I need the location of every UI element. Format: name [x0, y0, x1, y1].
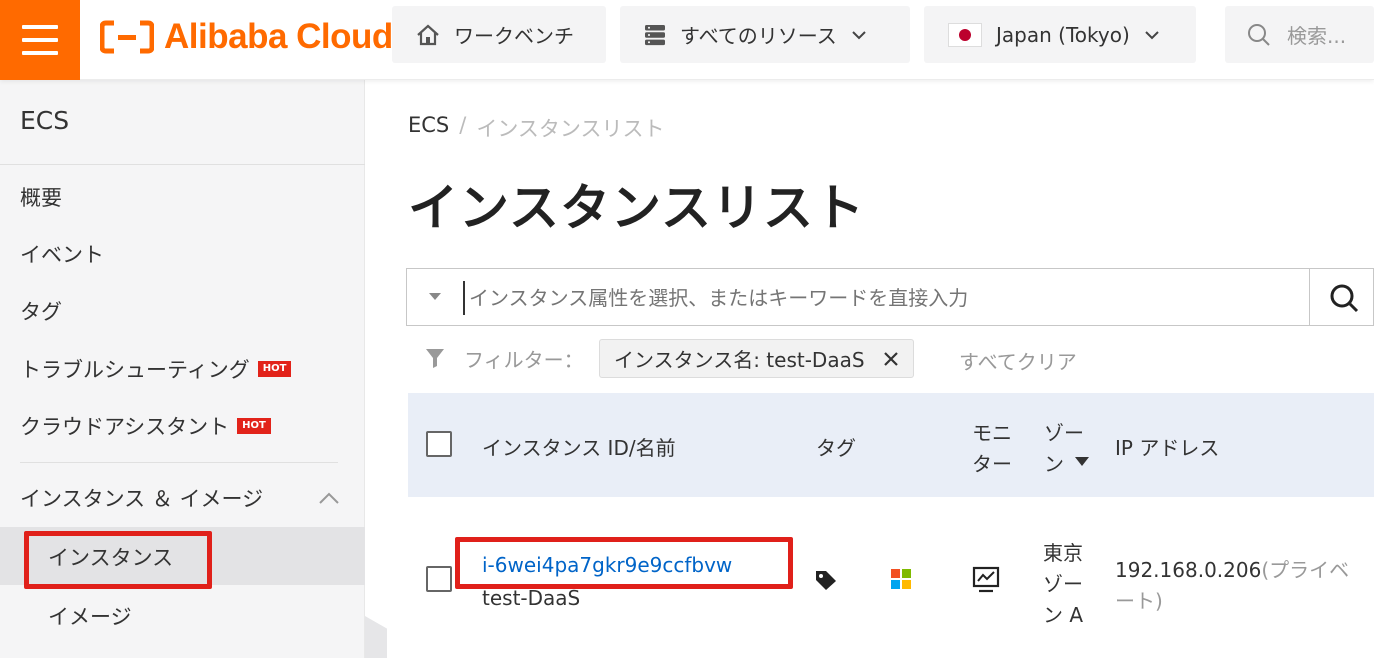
- breadcrumb-current: インスタンスリスト: [476, 117, 665, 141]
- ip-type-line2: ート): [1115, 589, 1163, 613]
- sidebar-item-troubleshooting[interactable]: トラブルシューティング HOT: [20, 354, 292, 384]
- tag-icon[interactable]: [814, 569, 838, 591]
- ip-cell: 192.168.0.206(プライベ: [1115, 554, 1349, 583]
- filter-label: フィルター：: [464, 347, 584, 372]
- breadcrumb: ECS / インスタンスリスト: [408, 113, 665, 143]
- column-header-tag: タグ: [816, 436, 856, 460]
- global-search-box[interactable]: 検索...: [1225, 6, 1374, 63]
- chevron-down-icon: [852, 30, 866, 39]
- table-header: インスタンス ID/名前 タグ モニ ター ゾー ン IP アドレス: [408, 393, 1374, 497]
- zone-cell-line3: ン A: [1043, 603, 1084, 627]
- japan-flag-icon: [948, 22, 982, 47]
- active-filter-tag: インスタンス名: test-DaaS: [599, 339, 914, 378]
- alibaba-cloud-logo[interactable]: Alibaba Cloud: [100, 14, 393, 60]
- close-icon[interactable]: [883, 351, 899, 367]
- sort-caret-down-icon[interactable]: [1075, 457, 1089, 466]
- sidebar-collapse-handle[interactable]: [365, 616, 387, 658]
- region-label: Japan (Tokyo): [996, 22, 1130, 47]
- search-button[interactable]: [1309, 269, 1374, 325]
- sidebar-divider: [20, 462, 338, 463]
- alibaba-cloud-logo-mark: [100, 20, 154, 54]
- zone-cell-line1: 東京: [1043, 541, 1083, 565]
- breadcrumb-root[interactable]: ECS: [408, 113, 449, 143]
- clear-all-filters-link[interactable]: すべてクリア: [959, 346, 1077, 375]
- zone-cell-line2: ゾー: [1043, 572, 1083, 596]
- breadcrumb-separator: /: [459, 113, 467, 137]
- column-header-monitor-line1: モニ: [972, 421, 1012, 445]
- hot-badge: HOT: [257, 361, 292, 377]
- global-search-placeholder: 検索...: [1287, 24, 1347, 48]
- highlight-box: [455, 537, 793, 589]
- home-icon: [417, 24, 439, 45]
- filter-row: フィルター：: [424, 338, 584, 378]
- ip-address: 192.168.0.206: [1115, 558, 1262, 582]
- instance-search-input[interactable]: [463, 281, 1303, 315]
- search-icon: [1248, 23, 1270, 46]
- instance-search-bar: [406, 268, 1374, 326]
- chevron-up-icon: [319, 492, 339, 504]
- column-header-zone-line1[interactable]: ゾー: [1044, 417, 1084, 446]
- filter-tag-label: インスタンス名: test-DaaS: [614, 348, 865, 372]
- caret-down-icon[interactable]: [429, 293, 441, 300]
- column-header-zone-line2[interactable]: ン: [1044, 448, 1064, 477]
- page-title: インスタンスリスト: [408, 179, 865, 237]
- sidebar-group-instances-images[interactable]: インスタンス ＆ イメージ: [20, 483, 340, 513]
- sidebar: ECS 概要 イベント タグ トラブルシューティング HOT クラウドアシスタン…: [0, 80, 365, 658]
- workbench-label: ワークベンチ: [454, 24, 574, 48]
- logo-text: Alibaba Cloud: [164, 17, 393, 56]
- column-header-id-name: インスタンス ID/名前: [482, 436, 676, 460]
- hot-badge: HOT: [237, 418, 271, 434]
- column-header-monitor-line2: ター: [972, 452, 1012, 476]
- ip-type-line1: (プライベ: [1261, 558, 1350, 582]
- row-checkbox[interactable]: [426, 566, 452, 592]
- select-all-checkbox[interactable]: [426, 431, 452, 457]
- hamburger-menu-button[interactable]: [0, 0, 80, 80]
- instance-name: test-DaaS: [482, 586, 581, 610]
- windows-icon: [891, 569, 911, 589]
- monitor-chart-icon[interactable]: [972, 566, 1000, 594]
- column-header-ip: IP アドレス: [1115, 436, 1220, 460]
- sidebar-item-images[interactable]: イメージ: [48, 601, 132, 631]
- sidebar-item-cloud-assistant[interactable]: クラウドアシスタント HOT: [20, 411, 271, 441]
- hamburger-icon: [22, 25, 58, 29]
- workbench-button[interactable]: ワークベンチ: [392, 6, 606, 63]
- server-icon: [645, 24, 665, 45]
- sidebar-item-events[interactable]: イベント: [20, 239, 104, 269]
- top-bar: Alibaba Cloud ワークベンチ すべてのリソース Japan (Tok…: [0, 0, 1374, 80]
- all-resources-dropdown[interactable]: すべてのリソース: [620, 6, 910, 63]
- all-resources-label: すべてのリソース: [680, 24, 837, 48]
- region-selector[interactable]: Japan (Tokyo): [924, 6, 1196, 63]
- chevron-down-icon: [1145, 30, 1159, 39]
- search-icon: [1330, 284, 1358, 313]
- sidebar-title: ECS: [20, 106, 70, 135]
- sidebar-item-overview[interactable]: 概要: [20, 182, 62, 212]
- filter-icon: [426, 349, 444, 368]
- sidebar-divider: [0, 164, 365, 165]
- highlight-box: [24, 531, 212, 589]
- sidebar-item-tags[interactable]: タグ: [20, 296, 62, 326]
